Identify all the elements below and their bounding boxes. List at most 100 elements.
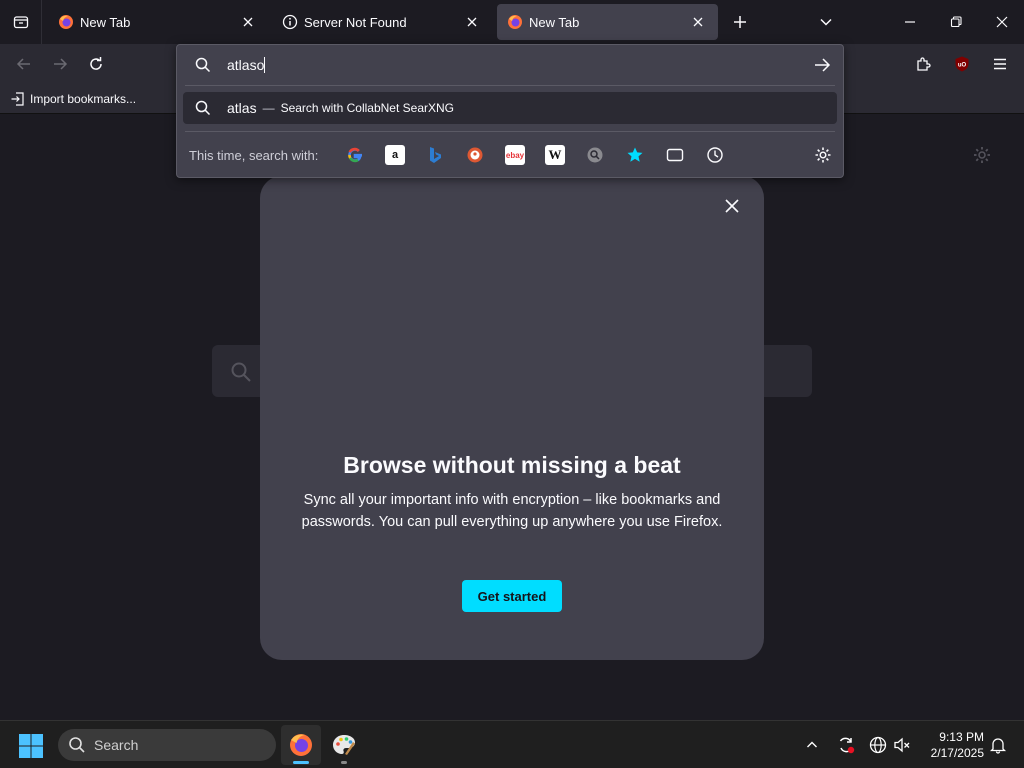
search-icon <box>231 362 251 382</box>
tab-title: New Tab <box>80 14 131 30</box>
speaker-muted-icon <box>894 737 910 753</box>
network-tray-icon[interactable] <box>866 733 890 757</box>
active-app-indicator <box>293 761 309 764</box>
taskbar-search-box[interactable]: Search <box>58 729 276 761</box>
chevron-up-icon <box>807 741 817 748</box>
search-settings-gear-icon[interactable] <box>813 145 833 165</box>
urlbar-popup: atlaso atlas — Search with CollabNet Sea… <box>176 44 844 178</box>
minimize-icon <box>905 21 915 23</box>
duckduckgo-engine-icon[interactable] <box>465 145 485 165</box>
search-icon <box>69 737 85 753</box>
restore-icon <box>950 16 962 28</box>
close-tab-icon[interactable] <box>238 12 258 32</box>
close-tab-icon[interactable] <box>462 12 482 32</box>
suggestion-separator: — <box>262 101 275 115</box>
close-tab-icon[interactable] <box>688 12 708 32</box>
info-icon <box>282 14 298 30</box>
search-icon <box>195 57 211 73</box>
tab-title: Server Not Found <box>304 14 407 30</box>
go-arrow-icon[interactable] <box>813 56 831 74</box>
search-icon <box>195 100 211 116</box>
searxng-engine-icon[interactable] <box>585 145 605 165</box>
suggestion-engine-text: Search with CollabNet SearXNG <box>280 101 454 115</box>
start-button[interactable] <box>16 731 46 761</box>
url-typed-text: atlaso <box>227 57 266 73</box>
paint-palette-icon <box>333 735 355 755</box>
import-bookmarks-label: Import bookmarks... <box>30 92 137 106</box>
notifications-button[interactable] <box>986 733 1010 757</box>
gear-icon <box>974 147 990 163</box>
dialog-body: Sync all your important info with encryp… <box>301 492 723 530</box>
windows-taskbar: Search 9:13 PM 2/17/2025 <box>0 720 1024 768</box>
sync-icon <box>839 737 855 754</box>
import-bookmarks-button[interactable]: Import bookmarks... <box>10 90 136 108</box>
restore-button[interactable] <box>936 4 976 40</box>
tab-strip: New Tab Server Not Found New Tab <box>0 0 1024 44</box>
forward-arrow-icon <box>54 58 68 70</box>
list-all-tabs-button[interactable] <box>808 4 844 40</box>
firefox-icon <box>58 14 74 30</box>
back-arrow-icon <box>16 58 30 70</box>
tab-new-tab-active[interactable]: New Tab <box>497 4 718 40</box>
firefox-view-button[interactable] <box>0 0 42 44</box>
windows-logo-icon <box>19 734 43 758</box>
bookmarks-star-icon[interactable] <box>625 145 645 165</box>
forward-button[interactable] <box>44 48 76 80</box>
sync-promo-dialog: Browse without missing a beat Sync all y… <box>260 176 764 660</box>
divider <box>185 131 835 132</box>
minimize-button[interactable] <box>890 4 930 40</box>
plus-icon <box>734 16 746 28</box>
get-started-button[interactable]: Get started <box>462 580 562 612</box>
firefox-icon <box>290 734 312 756</box>
one-off-label: This time, search with: <box>189 148 319 163</box>
taskbar-search-label: Search <box>94 737 139 753</box>
back-button[interactable] <box>8 48 40 80</box>
search-suggestion-row[interactable]: atlas — Search with CollabNet SearXNG <box>183 92 837 124</box>
import-icon <box>11 92 24 106</box>
hamburger-menu-icon <box>994 58 1006 70</box>
ebay-engine-icon[interactable]: ebay <box>505 145 525 165</box>
one-off-search-bar: This time, search with: a ebay W <box>177 137 843 173</box>
dialog-title: Browse without missing a beat <box>343 452 681 478</box>
divider <box>185 85 835 86</box>
bell-icon <box>989 738 1007 754</box>
firefox-view-icon <box>13 16 28 29</box>
suggestion-query: atlas <box>227 100 257 116</box>
tab-server-not-found[interactable]: Server Not Found <box>272 4 492 40</box>
new-tab-button[interactable] <box>722 4 758 40</box>
ublock-shield-icon: uO <box>955 56 969 72</box>
taskbar-clock[interactable]: 9:13 PM 2/17/2025 <box>920 729 984 761</box>
running-app-indicator <box>341 761 347 764</box>
sync-status-tray-icon[interactable] <box>834 733 858 757</box>
close-icon <box>996 16 1008 28</box>
clock-time: 9:13 PM <box>939 730 984 744</box>
clock-date: 2/17/2025 <box>930 746 984 760</box>
show-hidden-icons-button[interactable] <box>800 733 824 757</box>
tab-title: New Tab <box>529 14 580 30</box>
history-clock-icon[interactable] <box>705 145 725 165</box>
dialog-close-button[interactable] <box>720 194 744 218</box>
taskbar-paint-app[interactable] <box>324 725 364 765</box>
puzzle-piece-icon <box>917 57 931 71</box>
bing-engine-icon[interactable] <box>425 145 445 165</box>
globe-icon <box>869 736 887 754</box>
taskbar-firefox-app[interactable] <box>281 725 321 765</box>
svg-text:uO: uO <box>958 63 967 69</box>
wikipedia-engine-icon[interactable]: W <box>545 145 565 165</box>
reload-button[interactable] <box>80 48 112 80</box>
extensions-button[interactable] <box>908 48 940 80</box>
reload-icon <box>90 57 102 70</box>
tab-new-tab-1[interactable]: New Tab <box>48 4 268 40</box>
close-icon <box>725 199 739 213</box>
volume-tray-icon[interactable] <box>890 733 914 757</box>
google-engine-icon[interactable] <box>345 145 365 165</box>
url-input[interactable]: atlaso <box>177 45 843 85</box>
close-window-button[interactable] <box>982 4 1022 40</box>
app-menu-button[interactable] <box>984 48 1016 80</box>
personalize-button[interactable] <box>972 145 992 170</box>
tabs-icon[interactable] <box>665 145 685 165</box>
firefox-icon <box>507 14 523 30</box>
amazon-engine-icon[interactable]: a <box>385 145 405 165</box>
chevron-down-icon <box>820 18 832 26</box>
ublock-origin-button[interactable]: uO <box>946 48 978 80</box>
